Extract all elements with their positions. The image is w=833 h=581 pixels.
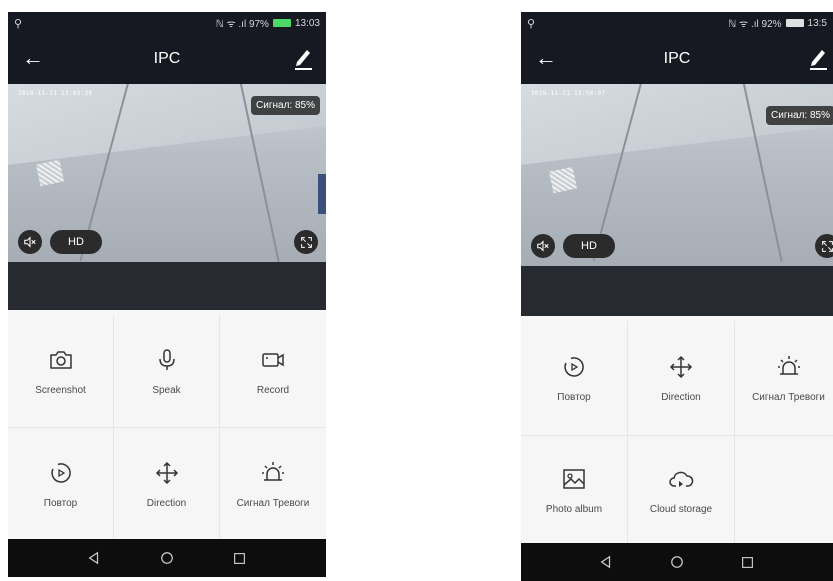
expand-icon[interactable] (294, 230, 318, 254)
action-label: Сигнал Тревоги (752, 391, 825, 403)
status-bar: ⚲ ℕ ᯤ .ıl 97% 13:03 (8, 12, 326, 34)
action-grid: Повтор Direction Сигнал Тревоги Photo al… (521, 321, 833, 546)
action-label: Speak (152, 384, 181, 396)
video-timestamp: 2019-11-21 13:50:07 (531, 90, 606, 97)
speaker-mute-icon[interactable] (531, 234, 555, 258)
status-bar: ⚲ ℕ ᯤ .ıl 92% 13:5 (521, 12, 833, 34)
phone-screen-right: ⚲ ℕ ᯤ .ıl 92% 13:5 ← IPC 2019-11-21 13:5… (521, 12, 833, 581)
arrow-left-icon[interactable]: ← (22, 46, 44, 70)
expand-icon[interactable] (815, 234, 833, 258)
quality-hd-button[interactable]: HD (563, 234, 615, 258)
system-nav-bar (8, 539, 326, 577)
video-timestamp: 2019-11-21 13:03:39 (18, 90, 93, 97)
photo-album-button[interactable]: Photo album (521, 436, 628, 546)
action-label: Direction (146, 497, 187, 509)
pencil-icon[interactable] (807, 46, 829, 70)
screenshot-button[interactable]: Screenshot (8, 315, 114, 428)
pencil-icon[interactable] (292, 46, 314, 70)
cloud-storage-button[interactable]: Cloud storage (628, 436, 735, 546)
back-triangle-icon[interactable] (85, 549, 103, 567)
recents-square-icon[interactable] (739, 553, 757, 571)
video-camera-icon (262, 352, 284, 367)
search-icon: ⚲ (14, 17, 23, 30)
action-label: Photo album (545, 504, 603, 515)
arrow-left-icon[interactable]: ← (535, 46, 557, 70)
empty-cell (735, 436, 833, 546)
camera-icon (49, 350, 72, 369)
alarm-button[interactable]: Сигнал Тревоги (220, 428, 326, 541)
signal-badge: Сигнал: 85% (766, 106, 833, 125)
cloud-icon (669, 471, 694, 487)
status-time: 13:5 (807, 17, 827, 29)
recents-square-icon[interactable] (231, 549, 249, 567)
direction-arrows-icon (669, 355, 693, 378)
status-time: 13:03 (294, 17, 320, 29)
microphone-icon (158, 348, 175, 370)
top-app-bar: ← IPC (521, 34, 833, 84)
action-label: Повтор (43, 497, 78, 509)
record-button[interactable]: Record (220, 315, 326, 428)
direction-arrows-icon (155, 461, 178, 484)
video-control-strip (521, 266, 833, 316)
direction-button[interactable]: Direction (114, 428, 220, 541)
action-grid: Screenshot Speak Record Повтор Direction… (8, 315, 326, 541)
action-label: Сигнал Тревоги (236, 497, 310, 509)
home-circle-icon[interactable] (158, 549, 176, 567)
action-label: Повтор (557, 391, 591, 403)
system-nav-bar (521, 543, 833, 581)
quality-hd-button[interactable]: HD (50, 230, 102, 254)
action-label: Record (256, 384, 290, 396)
photo-icon (563, 469, 585, 489)
alarm-button[interactable]: Сигнал Тревоги (735, 321, 833, 436)
action-label: Direction (661, 391, 701, 403)
search-icon: ⚲ (527, 17, 536, 30)
battery-icon (785, 19, 804, 27)
camera-live-view[interactable]: 2019-11-21 13:50:07 Сигнал: 85% HD (521, 84, 833, 266)
home-circle-icon[interactable] (668, 553, 686, 571)
video-control-strip (8, 262, 326, 310)
replay-icon (564, 356, 584, 377)
page-title: IPC (663, 50, 691, 67)
action-label: Screenshot (35, 384, 86, 396)
replay-button[interactable]: Повтор (521, 321, 628, 436)
page-title: IPC (153, 50, 181, 67)
direction-button[interactable]: Direction (628, 321, 735, 436)
replay-button[interactable]: Повтор (8, 428, 114, 541)
speaker-mute-icon[interactable] (18, 230, 42, 254)
status-indicators: ℕ ᯤ .ıl 97% (215, 19, 269, 30)
alarm-icon (777, 355, 800, 375)
action-label: Cloud storage (649, 504, 713, 515)
battery-icon (272, 19, 291, 27)
signal-badge: Сигнал: 85% (251, 96, 320, 115)
top-app-bar: ← IPC (8, 34, 326, 84)
speak-button[interactable]: Speak (114, 315, 220, 428)
back-triangle-icon[interactable] (597, 553, 615, 571)
phone-screen-left: ⚲ ℕ ᯤ .ıl 97% 13:03 ← IPC 2019-11-21 13:… (8, 12, 326, 577)
camera-live-view[interactable]: 2019-11-21 13:03:39 Сигнал: 85% HD (8, 84, 326, 262)
replay-icon (50, 462, 71, 483)
alarm-icon (262, 461, 284, 481)
status-indicators: ℕ ᯤ .ıl 92% (728, 19, 782, 30)
